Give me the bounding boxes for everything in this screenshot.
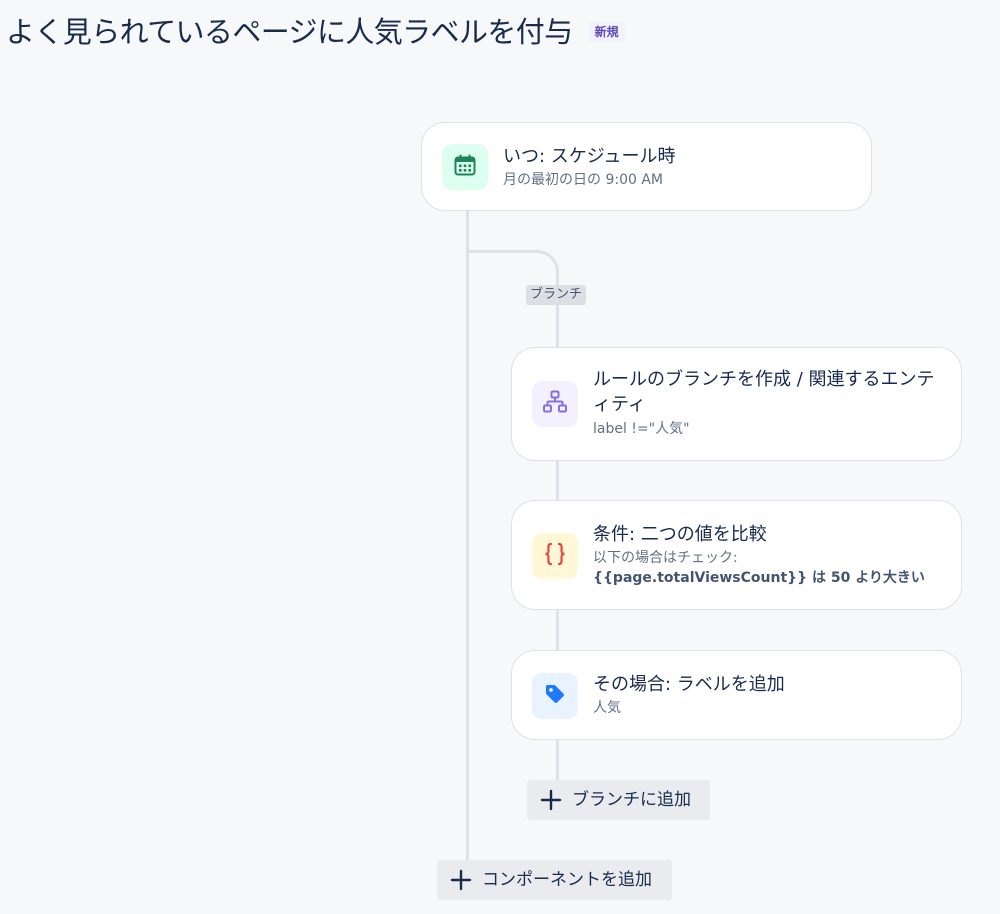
branch-icon-tile [532, 381, 578, 427]
add-component-button[interactable]: コンポーネントを追加 [437, 860, 672, 900]
add-to-branch-label: ブランチに追加 [572, 790, 691, 810]
add-component-label: コンポーネントを追加 [482, 870, 652, 890]
trigger-icon-tile [442, 144, 488, 190]
branch-card[interactable]: ルールのブランチを作成 / 関連するエンティティ label !="人気" [511, 347, 962, 461]
calendar-icon [453, 153, 477, 181]
condition-title: 条件: 二つの値を比較 [593, 524, 767, 545]
branch-text: ルールのブランチを作成 / 関連するエンティティ label !="人気" [593, 367, 943, 439]
trigger-subtitle: 月の最初の日の 9:00 AM [503, 172, 663, 188]
condition-subtitle: 以下の場合はチェック: [593, 550, 738, 566]
condition-detail: {{page.totalViewsCount}} は 50 より大きい [593, 570, 925, 586]
condition-text: 条件: 二つの値を比較 以下の場合はチェック: {{page.totalView… [593, 522, 943, 588]
main-connector-line [466, 210, 469, 860]
branch-tag: ブランチ [526, 285, 587, 305]
trigger-title: いつ: スケジュール時 [503, 146, 676, 167]
plus-icon [449, 868, 473, 892]
branch-hierarchy-icon [542, 389, 568, 419]
condition-card[interactable]: 条件: 二つの値を比較 以下の場合はチェック: {{page.totalView… [511, 500, 962, 610]
action-icon-tile [532, 673, 578, 719]
branch-curve-connector [466, 250, 559, 279]
plus-icon [539, 788, 563, 812]
branch-subtitle: label !="人気" [593, 421, 690, 437]
tag-icon [543, 682, 567, 710]
add-to-branch-button[interactable]: ブランチに追加 [527, 780, 710, 820]
action-card[interactable]: その場合: ラベルを追加 人気 [511, 650, 962, 740]
branch-title: ルールのブランチを作成 / 関連するエンティティ [593, 369, 935, 415]
action-subtitle: 人気 [593, 700, 621, 716]
condition-icon-tile [532, 533, 578, 579]
action-title: その場合: ラベルを追加 [593, 674, 785, 695]
trigger-text: いつ: スケジュール時 月の最初の日の 9:00 AM [503, 144, 853, 190]
rule-flow: いつ: スケジュール時 月の最初の日の 9:00 AM ブランチ ルールのブラン… [0, 0, 1000, 914]
curly-braces-icon [542, 541, 568, 571]
trigger-card[interactable]: いつ: スケジュール時 月の最初の日の 9:00 AM [421, 122, 872, 211]
action-text: その場合: ラベルを追加 人気 [593, 672, 943, 718]
